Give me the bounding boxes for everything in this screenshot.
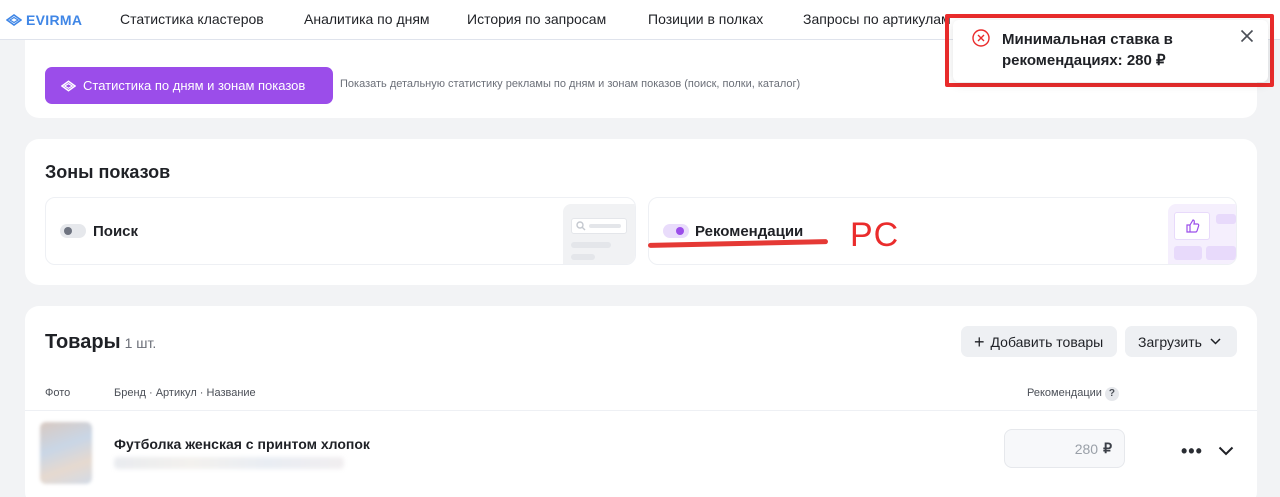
load-label: Загрузить (1138, 333, 1202, 350)
search-zone-toggle[interactable] (60, 224, 86, 238)
eye-icon (61, 79, 76, 92)
column-photo: Фото (45, 387, 71, 399)
bid-placeholder: 280 (1074, 440, 1099, 457)
goods-count: 1 шт. (124, 335, 157, 351)
plus-icon: + (974, 331, 985, 352)
column-brand-article-name: Бренд · Артикул · Название (114, 387, 256, 399)
annotation-text: PC (850, 216, 900, 254)
zone-search[interactable]: Поиск (45, 197, 636, 265)
search-illustration-icon (563, 204, 635, 264)
nav-item-article-queries[interactable]: Запросы по артикулам (803, 11, 951, 27)
daily-zone-stats-button-label: Статистика по дням и зонам показов (83, 78, 306, 93)
nav-item-cluster-stats[interactable]: Статистика кластеров (120, 11, 264, 27)
more-options-icon[interactable]: ••• (1181, 441, 1203, 462)
load-dropdown-button[interactable]: Загрузить (1125, 326, 1237, 357)
row-divider (25, 410, 1257, 411)
toast-message: Минимальная ставка в рекомендациях: 280 … (1002, 31, 1173, 69)
logo[interactable]: EVIRMA (6, 12, 116, 28)
eye-logo-icon (6, 13, 22, 26)
recommendations-bid-input[interactable]: 280 ₽ (1004, 429, 1125, 468)
daily-zone-stats-button[interactable]: Статистика по дням и зонам показов (45, 67, 333, 104)
recommendations-zone-toggle[interactable] (663, 224, 689, 238)
product-name[interactable]: Футболка женская с принтом хлопок (114, 436, 370, 452)
display-zones-card: Зоны показов Поиск Рекомендации (25, 139, 1257, 285)
add-goods-label: Добавить товары (990, 333, 1104, 350)
goods-card: Товары 1 шт. + Добавить товары Загрузить … (25, 306, 1257, 497)
error-toast: Минимальная ставка в рекомендациях: 280 … (953, 20, 1268, 82)
zone-recommendations[interactable]: Рекомендации (648, 197, 1237, 265)
chevron-down-icon (1210, 338, 1221, 345)
currency-label: ₽ (1103, 440, 1112, 456)
nav-item-daily-analytics[interactable]: Аналитика по дням (304, 11, 430, 27)
column-recommendations: Рекомендации? (1027, 387, 1119, 401)
error-circle-icon (972, 29, 990, 47)
column-recommendations-label: Рекомендации (1027, 387, 1102, 399)
goods-title-text: Товары (45, 331, 121, 353)
zones-title: Зоны показов (45, 162, 171, 182)
zone-search-label: Поиск (93, 223, 139, 240)
stats-button-hint: Показать детальную статистику рекламы по… (340, 78, 801, 90)
thumbs-up-illustration-icon (1168, 204, 1236, 264)
zone-recommendations-label: Рекомендации (695, 223, 804, 240)
close-icon[interactable] (1240, 29, 1254, 43)
chevron-down-icon[interactable] (1218, 446, 1234, 456)
nav-item-shelf-positions[interactable]: Позиции в полках (648, 11, 763, 27)
goods-title: Товары 1 шт. (45, 331, 156, 354)
nav-item-query-history[interactable]: История по запросам (467, 11, 606, 27)
product-thumbnail[interactable] (40, 422, 92, 484)
add-goods-button[interactable]: + Добавить товары (961, 326, 1117, 357)
help-icon[interactable]: ? (1104, 387, 1119, 401)
brand-name: EVIRMA (26, 11, 83, 28)
product-meta-blurred (114, 457, 344, 469)
